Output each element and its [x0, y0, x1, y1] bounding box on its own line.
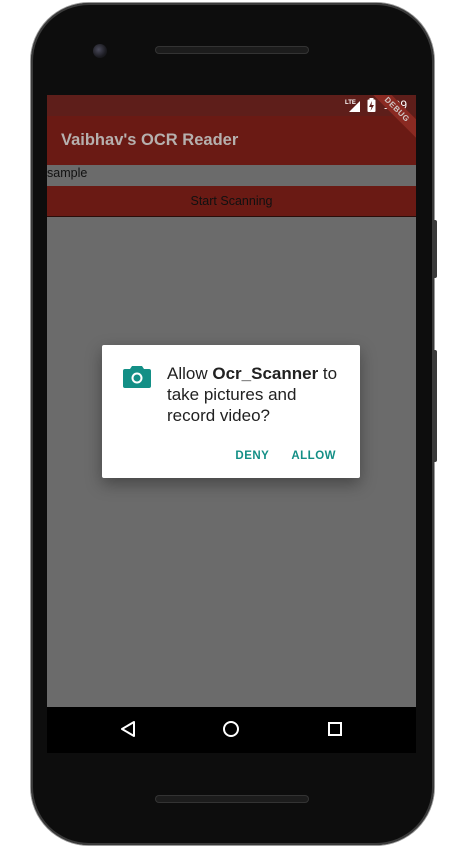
- home-circle-icon[interactable]: [222, 720, 240, 738]
- allow-button[interactable]: ALLOW: [291, 450, 336, 462]
- bottom-speaker: [155, 795, 309, 803]
- lte-signal-icon: LTE: [345, 100, 360, 112]
- sample-text: sample: [47, 166, 88, 180]
- top-speaker: [155, 46, 309, 54]
- power-button: [432, 220, 437, 278]
- recents-square-icon[interactable]: [327, 720, 343, 738]
- svg-text:LTE: LTE: [345, 100, 356, 106]
- status-bar: LTE 1:09: [47, 95, 416, 116]
- battery-charging-icon: [367, 98, 376, 112]
- permission-message: Allow Ocr_Scanner to take pictures and r…: [167, 363, 347, 426]
- start-scanning-button[interactable]: Start Scanning: [47, 186, 416, 217]
- permission-app-name: Ocr_Scanner: [212, 364, 319, 383]
- dialog-actions: DENY ALLOW: [235, 450, 336, 462]
- camera-icon: [123, 366, 151, 388]
- front-camera: [93, 44, 107, 58]
- back-triangle-icon[interactable]: [120, 720, 136, 738]
- permission-dialog: Allow Ocr_Scanner to take pictures and r…: [102, 345, 360, 478]
- deny-button[interactable]: DENY: [235, 450, 269, 462]
- message-prefix: Allow: [167, 364, 213, 383]
- status-icons: LTE: [345, 98, 376, 112]
- app-bar: Vaibhav's OCR Reader: [47, 116, 416, 165]
- device-screen: LTE 1:09 Vaibhav's OCR Reader DEBUG samp…: [47, 95, 416, 707]
- app-title: Vaibhav's OCR Reader: [61, 131, 239, 149]
- volume-button: [432, 350, 437, 462]
- navigation-bar: [47, 707, 416, 753]
